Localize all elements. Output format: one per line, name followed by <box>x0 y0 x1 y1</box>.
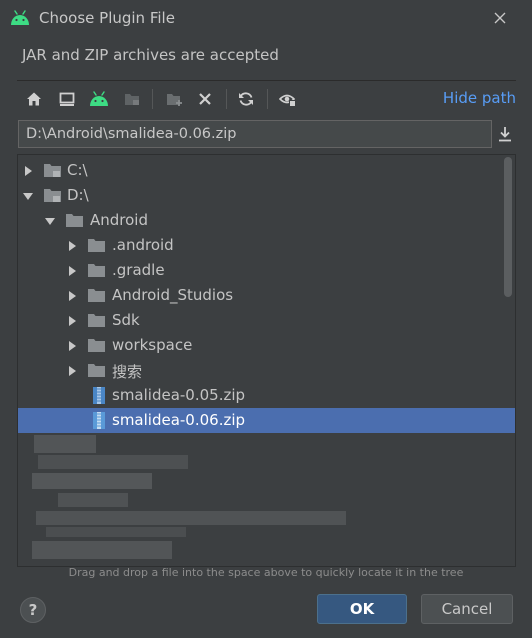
toolbar: Hide path <box>17 84 516 114</box>
close-button[interactable] <box>490 8 510 28</box>
refresh-button[interactable] <box>235 88 257 110</box>
home-button[interactable] <box>23 88 45 110</box>
drive-icon <box>44 164 61 177</box>
expand-arrow-icon[interactable] <box>67 291 77 301</box>
folder-icon <box>66 214 83 227</box>
expand-arrow-icon[interactable] <box>67 316 77 326</box>
tree-row[interactable]: Sdk <box>18 308 515 333</box>
show-hidden-icon <box>279 94 296 106</box>
folder-icon <box>88 364 105 377</box>
expand-arrow-icon[interactable] <box>67 266 77 276</box>
file-tree[interactable]: C:\ D:\ Android .android .gradle Android… <box>17 154 516 567</box>
hide-path-link[interactable]: Hide path <box>443 89 516 107</box>
tree-row[interactable]: 搜索 <box>18 358 515 383</box>
desktop-icon <box>59 92 75 106</box>
tree-row[interactable]: Android_Studios <box>18 283 515 308</box>
tree-row[interactable]: C:\ <box>18 158 515 183</box>
folder-icon <box>88 239 105 252</box>
expand-arrow-icon[interactable] <box>67 241 77 251</box>
tree-row[interactable]: Android <box>18 208 515 233</box>
toolbar-separator <box>267 89 268 109</box>
folder-icon <box>88 314 105 327</box>
collapse-arrow-icon[interactable] <box>45 216 55 226</box>
android-icon <box>90 91 108 106</box>
tree-item-label: Android_Studios <box>112 286 234 304</box>
collapse-arrow-icon[interactable] <box>23 191 33 201</box>
desktop-button[interactable] <box>56 88 78 110</box>
module-icon <box>125 94 139 105</box>
tree-row-selected[interactable]: smalidea-0.06.zip <box>18 408 515 433</box>
drag-drop-hint: Drag and drop a file into the space abov… <box>68 566 464 579</box>
tree-item-label: C:\ <box>67 161 88 179</box>
folder-icon <box>88 264 105 277</box>
dialog-description: JAR and ZIP archives are accepted <box>22 46 279 64</box>
zip-file-icon <box>93 387 105 404</box>
tree-item-label: Android <box>90 211 148 229</box>
cancel-button[interactable]: Cancel <box>421 594 513 624</box>
tree-item-label: workspace <box>112 336 193 354</box>
zip-file-icon <box>93 412 105 429</box>
toolbar-divider <box>17 80 516 81</box>
android-icon <box>11 10 29 25</box>
download-icon <box>499 127 511 142</box>
new-folder-button[interactable] <box>164 88 186 110</box>
toolbar-separator <box>152 89 153 109</box>
path-input[interactable] <box>18 120 492 148</box>
tree-item-label: Sdk <box>112 311 140 329</box>
refresh-icon <box>239 92 253 106</box>
tree-scrollbar[interactable] <box>504 157 512 297</box>
expand-arrow-icon[interactable] <box>67 366 77 376</box>
home-icon <box>27 92 41 106</box>
window-title: Choose Plugin File <box>39 9 175 27</box>
close-icon <box>494 12 506 24</box>
android-project-button[interactable] <box>88 88 110 110</box>
expand-arrow-icon[interactable] <box>23 166 33 176</box>
tree-row[interactable]: .gradle <box>18 258 515 283</box>
tree-item-label: .android <box>112 236 174 254</box>
tree-item-label: .gradle <box>112 261 165 279</box>
download-button[interactable] <box>494 123 516 145</box>
tree-row[interactable]: smalidea-0.05.zip <box>18 383 515 408</box>
ok-button[interactable]: OK <box>317 594 407 624</box>
delete-icon <box>199 93 211 105</box>
toolbar-separator <box>226 89 227 109</box>
tree-item-label: smalidea-0.06.zip <box>112 411 246 429</box>
title-bar: Choose Plugin File <box>0 0 532 36</box>
tree-row[interactable]: workspace <box>18 333 515 358</box>
tree-item-label: 搜索 <box>112 363 143 381</box>
folder-icon <box>88 289 105 302</box>
module-button[interactable] <box>121 88 143 110</box>
tree-item-label: smalidea-0.05.zip <box>112 386 246 404</box>
folder-icon <box>88 339 105 352</box>
drive-icon <box>44 189 61 202</box>
expand-arrow-icon[interactable] <box>67 341 77 351</box>
tree-row[interactable]: D:\ <box>18 183 515 208</box>
new-folder-icon <box>167 94 182 106</box>
show-hidden-files-button[interactable] <box>277 88 299 110</box>
tree-row[interactable]: .android <box>18 233 515 258</box>
tree-item-label: D:\ <box>67 186 89 204</box>
delete-button[interactable] <box>194 88 216 110</box>
help-button[interactable]: ? <box>20 597 46 623</box>
